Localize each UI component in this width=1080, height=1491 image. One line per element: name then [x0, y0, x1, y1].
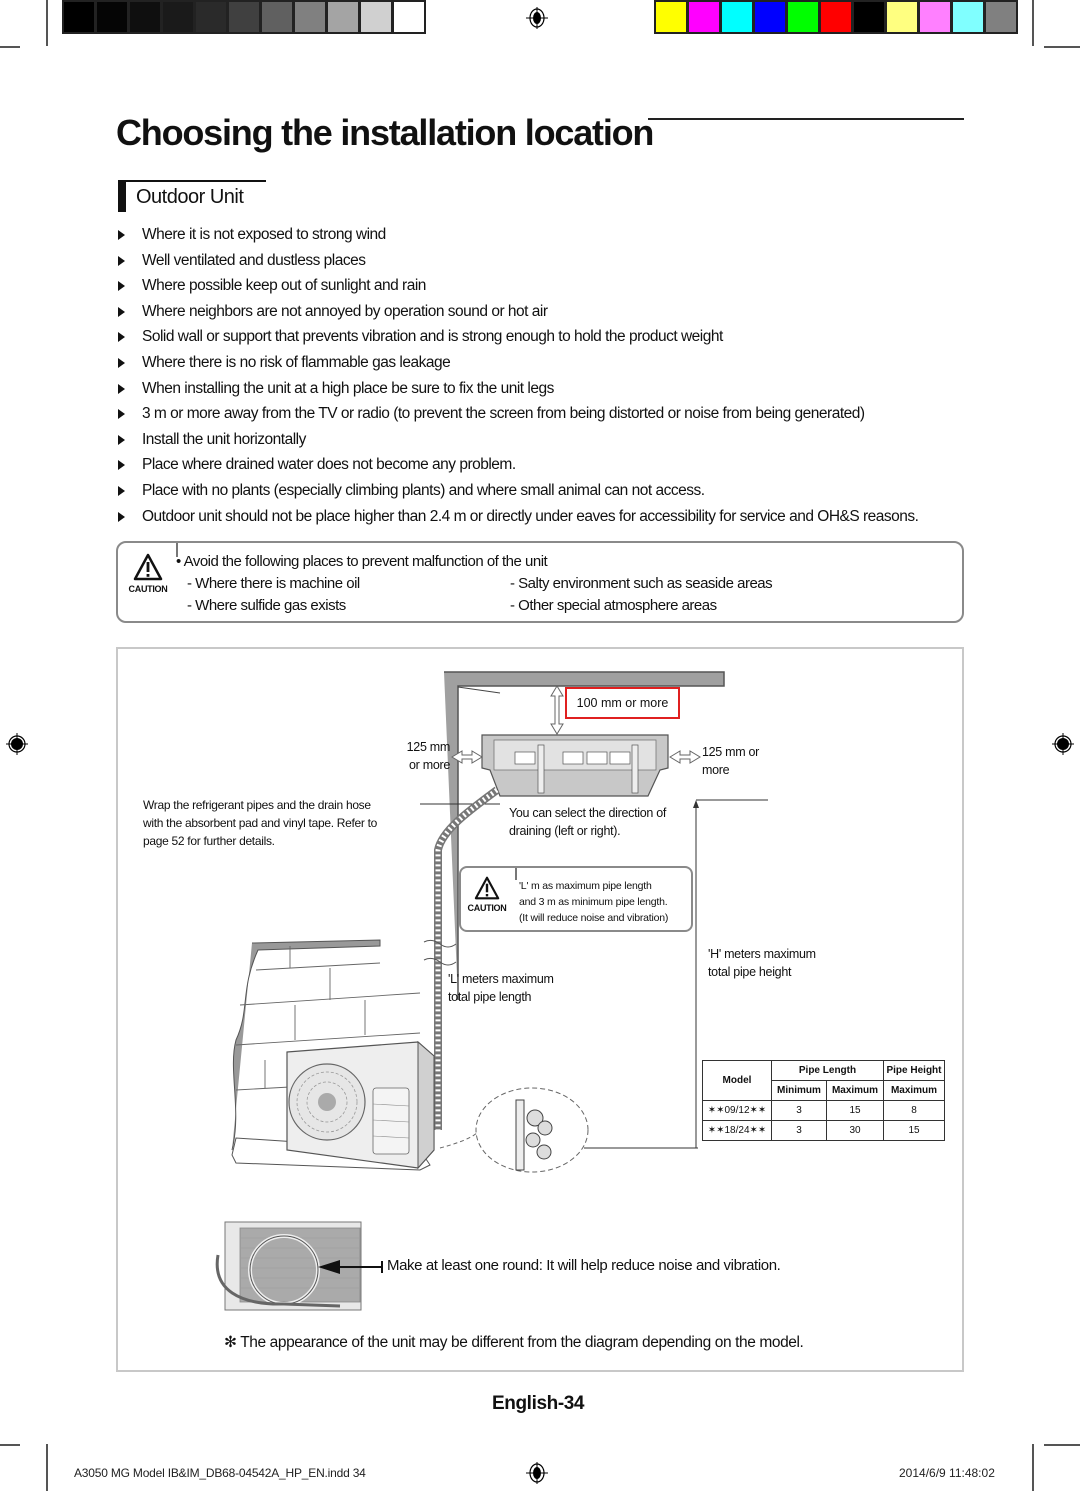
footer-filename: A3050 MG Model IB&IM_DB68-04542A_HP_EN.i…	[74, 1466, 366, 1480]
length-note-line: total pipe length	[448, 990, 532, 1004]
caution-divider	[515, 868, 517, 880]
valve-detail-circle	[475, 1087, 589, 1173]
double-arrow-vertical	[550, 685, 564, 735]
caution-badge: CAUTION	[465, 876, 509, 913]
max-pipe-length-note: 'L' meters maximum total pipe length	[448, 970, 554, 1006]
cell-max-length: 15	[826, 1100, 884, 1121]
caution-line: 'L' m as maximum pipe length	[519, 880, 652, 892]
outdoor-unit	[231, 1040, 435, 1171]
wrap-note-line: page 52 for further details.	[143, 834, 275, 848]
length-note-line: 'L' meters maximum	[448, 972, 554, 986]
drain-note-line: draining (left or right).	[509, 824, 621, 838]
pipe-length-caution: CAUTION 'L' m as maximum pipe length and…	[459, 866, 693, 932]
right-clearance-line: 125 mm or	[702, 745, 760, 759]
right-clearance-line: more	[702, 763, 730, 777]
left-clearance-line: 125 mm	[406, 740, 451, 754]
cell-model: ✶✶18/24✶✶	[702, 1120, 772, 1141]
max-pipe-height-note: 'H' meters maximum total pipe height	[708, 945, 816, 981]
footer-timestamp: 2014/6/9 11:48:02	[899, 1466, 995, 1480]
wrap-note-line: Wrap the refrigerant pipes and the drain…	[143, 798, 371, 812]
refrigerant-pipe	[434, 786, 500, 1130]
double-arrow-right	[669, 750, 701, 764]
table-row: ✶✶09/12✶✶ 3 15 8	[702, 1100, 945, 1121]
drain-direction-note: You can select the direction of draining…	[509, 804, 666, 840]
drain-note-line: You can select the direction of	[509, 806, 667, 820]
cell-model: ✶✶09/12✶✶	[702, 1100, 772, 1121]
coil-round-note: Make at least one round: It will help re…	[387, 1257, 781, 1274]
arrowhead-icon	[693, 800, 699, 808]
cell-min-length: 3	[771, 1120, 827, 1141]
pipe-length-caution-text: 'L' m as maximum pipe length and 3 m as …	[519, 878, 668, 926]
table-row: ✶✶18/24✶✶ 3 30 15	[702, 1120, 945, 1141]
pipe-spec-table: Model Pipe Length Pipe Height Minimum Ma…	[702, 1060, 945, 1141]
caution-line: (It will reduce noise and vibration)	[519, 912, 669, 924]
caution-line: and 3 m as minimum pipe length.	[519, 896, 668, 908]
cell-min-length: 3	[771, 1100, 827, 1121]
cell-max-height: 15	[883, 1120, 945, 1141]
wrap-note-line: with the absorbent pad and vinyl tape. R…	[143, 816, 378, 830]
top-clearance-label: 100 mm or more	[565, 687, 680, 719]
header-maximum: Maximum	[826, 1080, 884, 1101]
cell-max-length: 30	[826, 1120, 884, 1141]
left-clearance-label: 125 mm or more	[400, 738, 451, 774]
header-maximum-height: Maximum	[883, 1080, 945, 1101]
appearance-note: ✻ The appearance of the unit may be diff…	[224, 1334, 804, 1351]
page-number: English-34	[492, 1393, 585, 1414]
warning-triangle-icon	[474, 876, 500, 900]
height-note-line: 'H' meters maximum	[708, 947, 816, 961]
header-pipe-length: Pipe Length	[771, 1060, 884, 1081]
header-model: Model	[702, 1060, 772, 1101]
header-pipe-height: Pipe Height	[883, 1060, 945, 1081]
cell-max-height: 8	[883, 1100, 945, 1121]
right-clearance-label: 125 mm or more	[702, 743, 759, 779]
height-note-line: total pipe height	[708, 965, 792, 979]
left-clearance-line: or more	[409, 758, 450, 772]
header-minimum: Minimum	[771, 1080, 827, 1101]
magnify-leader	[439, 1131, 479, 1149]
wrap-pipes-note: Wrap the refrigerant pipes and the drain…	[143, 796, 377, 850]
caution-label: CAUTION	[467, 903, 507, 913]
indoor-unit	[481, 734, 669, 797]
wall-edge	[457, 686, 501, 694]
